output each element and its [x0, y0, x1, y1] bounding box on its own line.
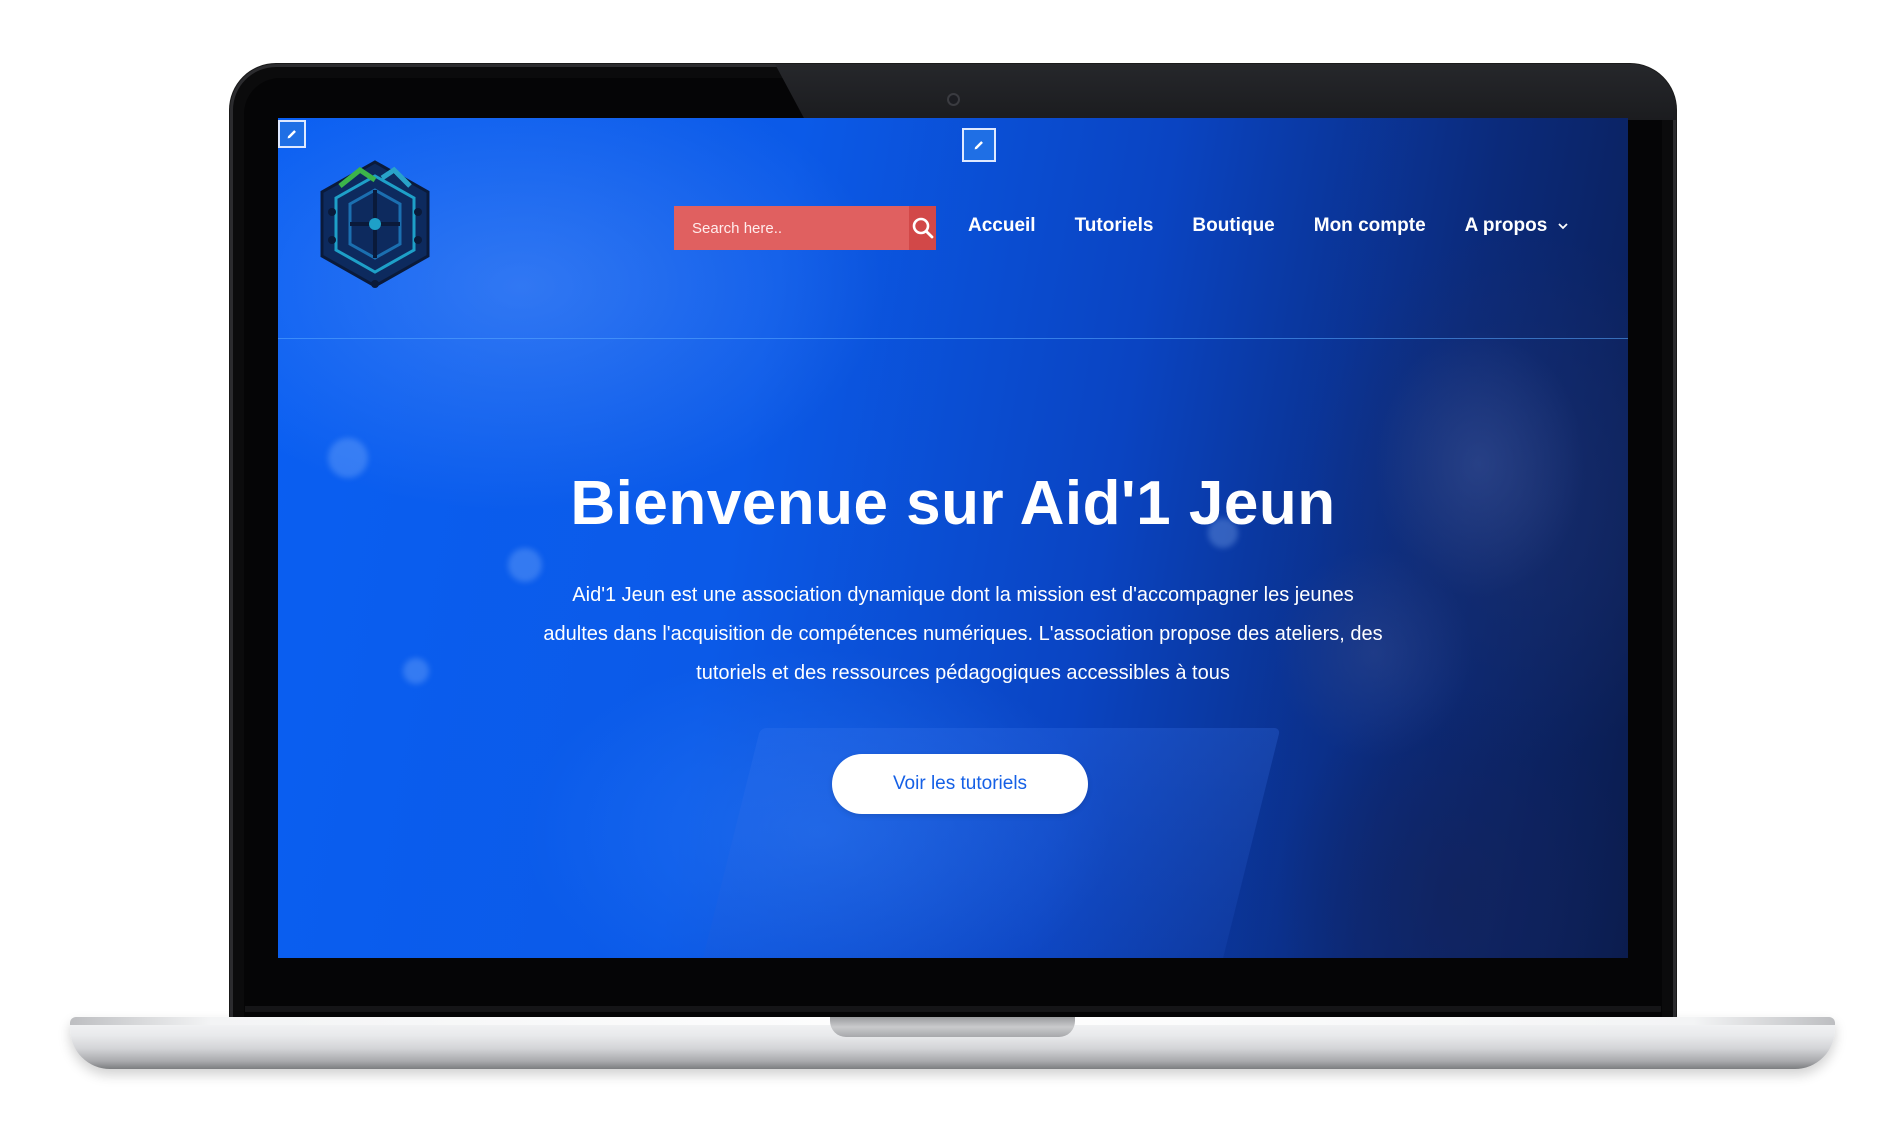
nav-item-a-propos[interactable]: A propos: [1465, 215, 1570, 237]
voir-tutoriels-button[interactable]: Voir les tutoriels: [832, 754, 1088, 814]
nav-item-mon-compte[interactable]: Mon compte: [1314, 215, 1426, 237]
search-button[interactable]: [909, 206, 936, 250]
nav-item-tutoriels[interactable]: Tutoriels: [1075, 215, 1154, 237]
laptop-hinge-notch: [830, 1017, 1075, 1037]
nav-item-label: A propos: [1464, 215, 1548, 236]
main-nav: Accueil Tutoriels Boutique Mon compte A …: [968, 215, 1569, 237]
edit-pencil-icon[interactable]: [962, 128, 996, 162]
nav-item-accueil[interactable]: Accueil: [968, 215, 1036, 237]
webcam-icon: [947, 93, 960, 106]
site-logo[interactable]: [310, 156, 440, 296]
edit-pencil-icon[interactable]: [278, 120, 306, 148]
nav-item-boutique[interactable]: Boutique: [1192, 215, 1274, 237]
search-icon: [912, 217, 933, 239]
mockup-stage: Accueil Tutoriels Boutique Mon compte A …: [0, 0, 1895, 1139]
search-input[interactable]: [674, 206, 909, 250]
hero-description: Aid'1 Jeun est une association dynamique…: [543, 584, 1383, 684]
hero-title: Bienvenue sur Aid'1 Jeun: [570, 469, 1336, 538]
bokeh-light: [508, 548, 542, 582]
laptop-chin: [245, 1006, 1661, 1012]
bokeh-light: [403, 658, 429, 684]
search-bar: [674, 206, 936, 250]
chevron-down-icon: [1558, 223, 1568, 230]
website-screen: Accueil Tutoriels Boutique Mon compte A …: [278, 118, 1628, 958]
header-divider: [278, 338, 1628, 339]
laptop-bezel-gloss: [775, 64, 1676, 120]
